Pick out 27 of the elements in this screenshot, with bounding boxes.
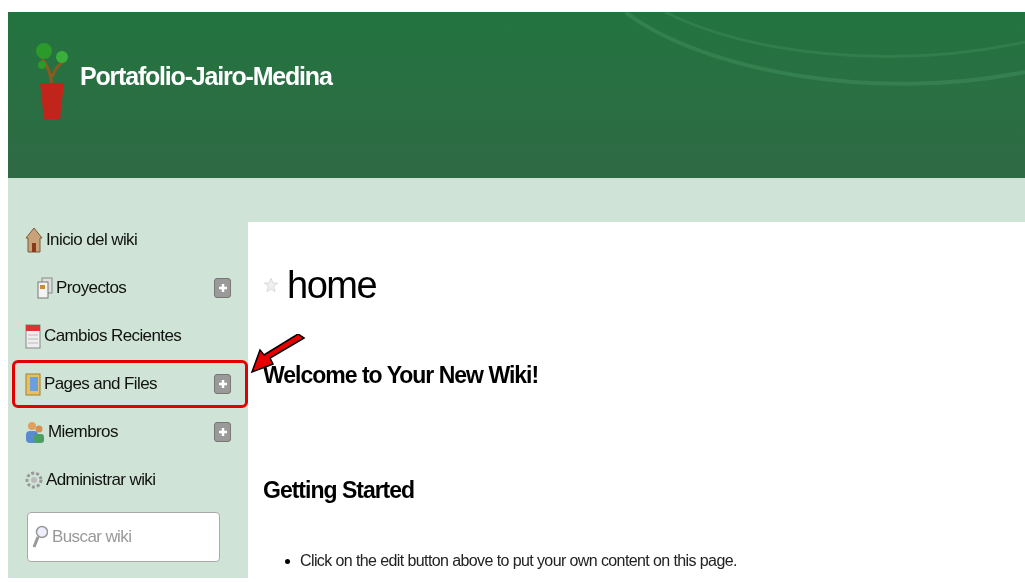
- site-title: Portafolio-Jairo-Medina: [80, 61, 332, 93]
- gear-icon: [25, 469, 43, 491]
- pages-icon: [37, 277, 53, 299]
- sidebar-link[interactable]: Pages and Files: [44, 371, 157, 397]
- sidebar-link[interactable]: Inicio del wiki: [46, 227, 138, 253]
- calendar-icon: [25, 323, 41, 349]
- sidebar-link[interactable]: Proyectos: [56, 275, 127, 301]
- add-button[interactable]: [214, 374, 231, 394]
- add-button[interactable]: [214, 422, 231, 442]
- bullet-icon: [285, 558, 290, 564]
- star-icon[interactable]: [263, 277, 279, 293]
- search-icon: [32, 524, 48, 550]
- house-icon: [25, 227, 43, 253]
- page-title: home: [287, 262, 377, 308]
- section-heading: Welcome to Your New Wiki!: [263, 361, 540, 390]
- sidebar-link[interactable]: Administrar wiki: [46, 467, 156, 493]
- plus-icon: [217, 427, 228, 437]
- sidebar-link[interactable]: Cambios Recientes: [44, 323, 182, 349]
- plus-icon: [217, 283, 228, 293]
- search-field[interactable]: Buscar wiki: [27, 512, 220, 562]
- people-icon: [25, 420, 45, 444]
- add-button[interactable]: [214, 278, 231, 298]
- sidebar-link[interactable]: Miembros: [48, 419, 118, 445]
- folder-icon: [25, 372, 41, 396]
- plus-icon: [217, 379, 228, 389]
- section-heading: Getting Started: [263, 475, 416, 505]
- bullet-text: Click on the edit button above to put your own content on this page.: [300, 551, 737, 571]
